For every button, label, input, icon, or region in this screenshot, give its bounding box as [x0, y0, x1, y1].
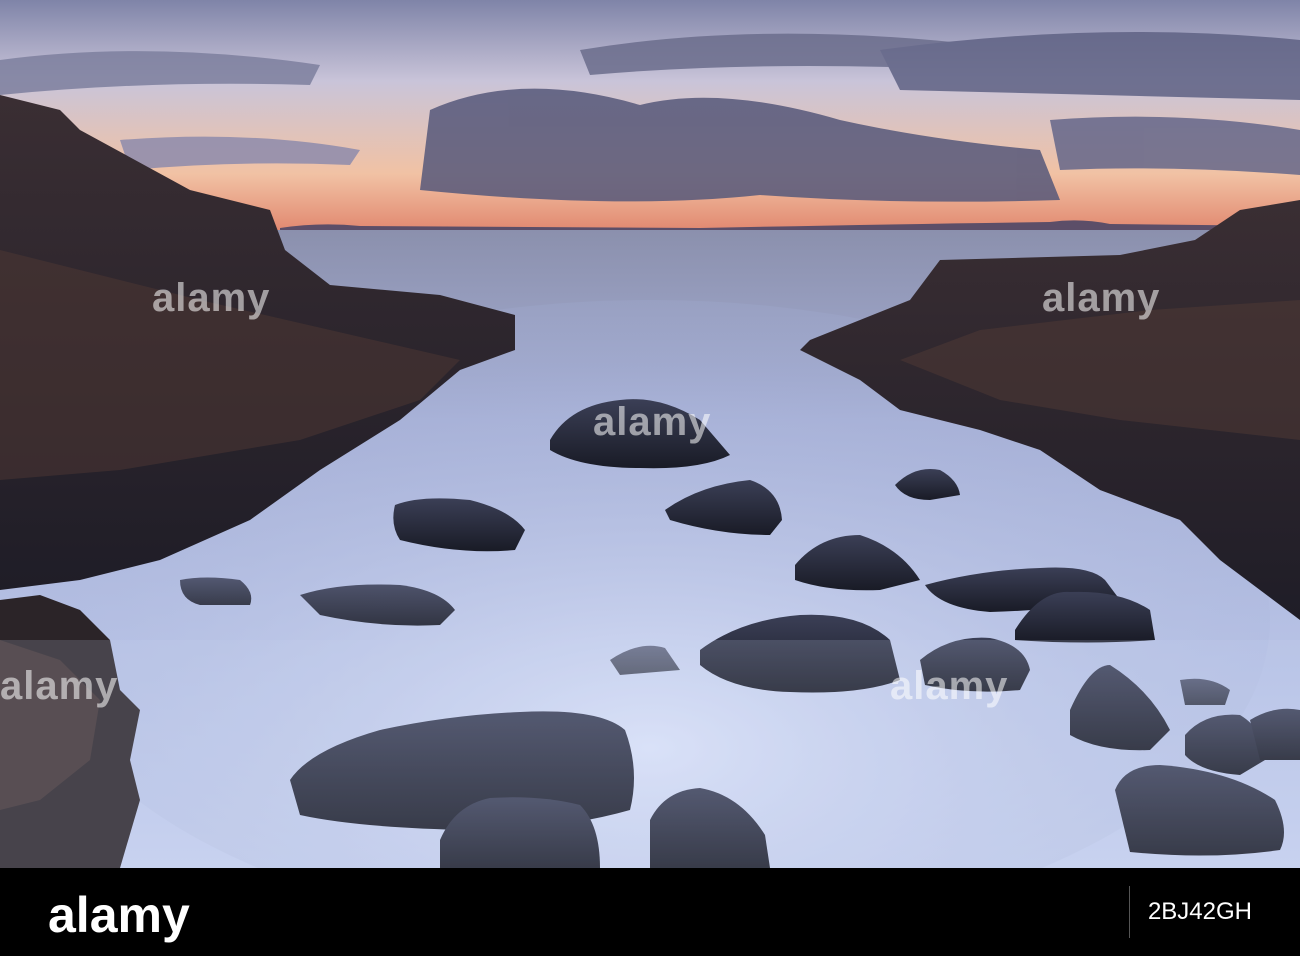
watermark-text: alamy — [890, 664, 1009, 708]
coastal-photo: alamy alamy alamy alamy alamy — [0, 0, 1300, 868]
alamy-logo: alamy — [48, 887, 190, 943]
watermark-text: alamy — [1042, 276, 1161, 320]
watermark-text: alamy — [0, 664, 119, 708]
watermark-text: alamy — [152, 276, 271, 320]
image-id: 2BJ42GH — [992, 886, 1252, 938]
divider — [1128, 886, 1130, 938]
image-id-text: 2BJ42GH — [1147, 898, 1252, 925]
watermark-text: alamy — [593, 400, 712, 444]
footer-bar: alamy 2BJ42GH — [0, 868, 1300, 956]
